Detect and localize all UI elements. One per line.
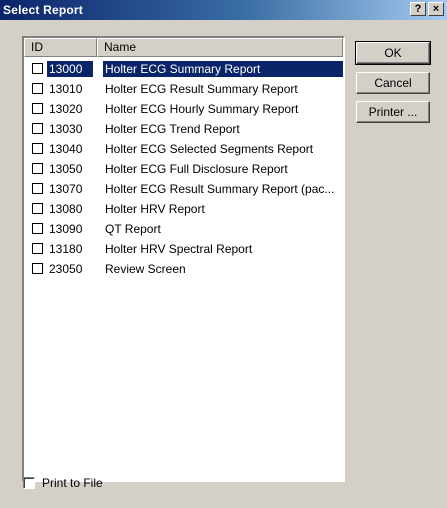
window-title: Select Report	[3, 3, 83, 17]
report-row[interactable]: 13070 Holter ECG Result Summary Report (p…	[32, 179, 343, 199]
report-checkbox[interactable]	[32, 203, 43, 214]
report-row[interactable]: 13050 Holter ECG Full Disclosure Report	[32, 159, 343, 179]
help-button[interactable]: ?	[410, 2, 426, 16]
report-id: 13010	[49, 82, 83, 96]
report-name: Review Screen	[105, 262, 186, 276]
report-list[interactable]: ID Name 13000 Holter ECG Summary Report 13…	[22, 36, 345, 482]
report-rows: 13000 Holter ECG Summary Report 13010 Holte…	[32, 59, 343, 279]
report-name: Holter ECG Hourly Summary Report	[105, 102, 299, 116]
column-header-id[interactable]: ID	[24, 38, 97, 57]
report-checkbox[interactable]	[32, 143, 43, 154]
report-name: Holter HRV Spectral Report	[105, 242, 253, 256]
report-checkbox[interactable]	[32, 163, 43, 174]
printer-button[interactable]: Printer ...	[356, 101, 430, 123]
report-name: Holter ECG Result Summary Report	[105, 82, 298, 96]
report-row[interactable]: 13040 Holter ECG Selected Segments Report	[32, 139, 343, 159]
report-row[interactable]: 13090 QT Report	[32, 219, 343, 239]
cancel-button[interactable]: Cancel	[356, 72, 430, 94]
report-name: Holter ECG Result Summary Report (pac...	[105, 182, 335, 196]
report-name: Holter ECG Full Disclosure Report	[105, 162, 288, 176]
report-row[interactable]: 23050 Review Screen	[32, 259, 343, 279]
report-row[interactable]: 13030 Holter ECG Trend Report	[32, 119, 343, 139]
report-name: Holter ECG Summary Report	[103, 61, 343, 77]
report-checkbox[interactable]	[32, 223, 43, 234]
report-id: 13020	[49, 102, 83, 116]
print-to-file-checkbox[interactable]	[23, 477, 35, 489]
report-name: Holter ECG Selected Segments Report	[105, 142, 314, 156]
report-id: 13040	[49, 142, 83, 156]
report-name: QT Report	[105, 222, 161, 236]
report-id: 13070	[49, 182, 83, 196]
report-name: Holter ECG Trend Report	[105, 122, 240, 136]
report-id: 13050	[49, 162, 83, 176]
report-checkbox[interactable]	[32, 103, 43, 114]
report-id: 13180	[49, 242, 83, 256]
report-id: 13090	[49, 222, 83, 236]
close-button[interactable]: ×	[428, 2, 444, 16]
report-row[interactable]: 13180 Holter HRV Spectral Report	[32, 239, 343, 259]
report-id: 13080	[49, 202, 83, 216]
report-row[interactable]: 13020 Holter ECG Hourly Summary Report	[32, 99, 343, 119]
print-to-file-label[interactable]: Print to File	[42, 475, 103, 491]
report-checkbox[interactable]	[32, 243, 43, 254]
select-report-dialog: Select Report ? × ID Name 13000 Holter EC…	[0, 0, 447, 508]
report-row[interactable]: 13080 Holter HRV Report	[32, 199, 343, 219]
report-checkbox[interactable]	[32, 123, 43, 134]
report-checkbox[interactable]	[32, 183, 43, 194]
report-id: 23050	[49, 262, 83, 276]
column-header-name[interactable]: Name	[97, 38, 343, 57]
report-checkbox[interactable]	[32, 63, 43, 74]
report-row[interactable]: 13000 Holter ECG Summary Report	[32, 59, 343, 79]
title-bar[interactable]: Select Report ? ×	[0, 0, 447, 20]
report-id: 13030	[49, 122, 83, 136]
report-checkbox[interactable]	[32, 83, 43, 94]
ok-button[interactable]: OK	[355, 41, 431, 65]
report-id: 13000	[47, 61, 93, 77]
report-name: Holter HRV Report	[105, 202, 205, 216]
report-row[interactable]: 13010 Holter ECG Result Summary Report	[32, 79, 343, 99]
report-checkbox[interactable]	[32, 263, 43, 274]
